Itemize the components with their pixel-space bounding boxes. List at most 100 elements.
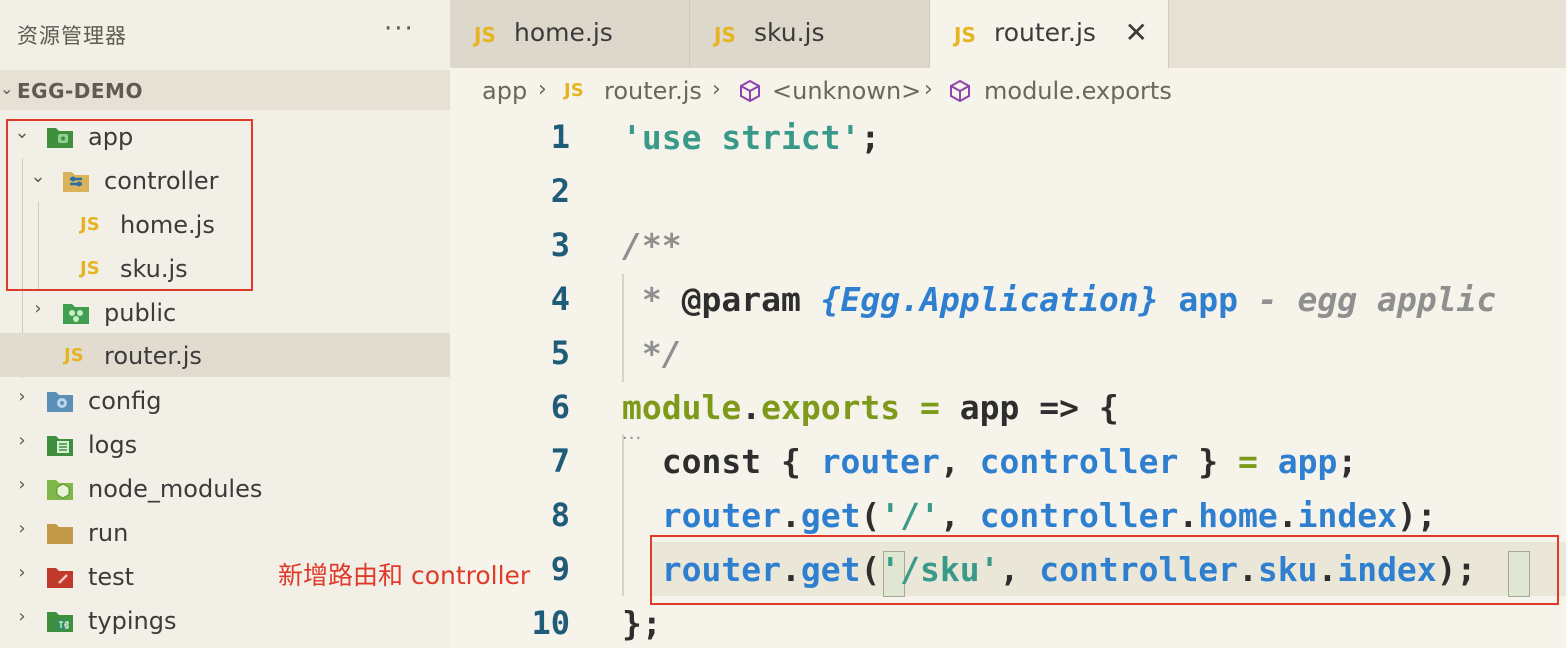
line-number: 4 bbox=[550, 280, 570, 318]
folder-public-icon bbox=[63, 304, 89, 324]
code-token: . bbox=[1277, 496, 1298, 535]
breadcrumb-item-unknown[interactable]: <unknown> bbox=[772, 77, 921, 105]
tree-label: node_modules bbox=[88, 475, 263, 503]
js-file-icon: JS bbox=[954, 23, 976, 47]
code-line: */ bbox=[622, 334, 682, 373]
line-number: 1 bbox=[550, 118, 570, 156]
chevron-right-icon: › bbox=[18, 606, 26, 627]
breadcrumb-item-app[interactable]: app bbox=[482, 77, 527, 105]
tree-folder-run[interactable]: › run bbox=[0, 510, 450, 554]
code-token: . bbox=[780, 496, 801, 535]
explorer-sidebar: 资源管理器 ··· ⌄ EGG-DEMO ⌄ app ⌄ controller … bbox=[0, 0, 450, 648]
chevron-right-icon: › bbox=[18, 518, 26, 539]
breadcrumb-item-file[interactable]: router.js bbox=[604, 77, 702, 105]
code-token: = bbox=[1237, 442, 1258, 481]
code-token: - egg applic bbox=[1237, 280, 1497, 319]
chevron-right-icon: › bbox=[924, 77, 933, 102]
code-line: * @param {Egg.Application} app - egg app… bbox=[622, 280, 1496, 319]
code-token: . bbox=[1178, 496, 1199, 535]
code-line: module.exports = app => { bbox=[622, 388, 1119, 427]
chevron-right-icon: › bbox=[34, 298, 42, 319]
line-number: 10 bbox=[531, 604, 570, 642]
explorer-title: 资源管理器 bbox=[17, 24, 127, 48]
annotation-code-box bbox=[650, 535, 1559, 605]
tab-sku-js[interactable]: JS sku.js bbox=[690, 0, 930, 68]
annotation-label: 新增路由和 controller bbox=[278, 561, 531, 590]
tree-label: typings bbox=[88, 607, 177, 635]
code-token: {Egg.Application} bbox=[820, 280, 1159, 319]
tab-label: sku.js bbox=[754, 18, 825, 47]
code-token: index bbox=[1297, 496, 1397, 535]
code-token: ; bbox=[860, 118, 881, 157]
project-header[interactable]: ⌄ EGG-DEMO bbox=[0, 70, 450, 110]
tree-label: router.js bbox=[104, 342, 202, 370]
code-line: }; bbox=[622, 604, 662, 643]
cube-icon bbox=[740, 79, 760, 103]
code-token: }; bbox=[622, 604, 662, 643]
code-token: , bbox=[939, 442, 980, 481]
explorer-header: 资源管理器 ··· bbox=[0, 0, 450, 68]
code-token: controller bbox=[979, 442, 1179, 481]
folder-run-icon bbox=[47, 524, 73, 544]
code-token: app => { bbox=[959, 388, 1119, 427]
code-token: , bbox=[939, 496, 980, 535]
code-line: /** bbox=[622, 226, 682, 265]
folder-typings-icon bbox=[47, 612, 73, 632]
code-token: @param bbox=[681, 280, 821, 319]
more-actions-icon[interactable]: ··· bbox=[384, 14, 415, 44]
project-name: EGG-DEMO bbox=[17, 79, 143, 103]
tree-label: test bbox=[88, 563, 135, 591]
tree-folder-typings[interactable]: › typings bbox=[0, 598, 450, 642]
breadcrumb-item-symbol[interactable]: module.exports bbox=[984, 77, 1172, 105]
tree-file-router-js[interactable]: JS router.js bbox=[0, 333, 450, 377]
code-token: */ bbox=[622, 334, 682, 373]
code-token: home bbox=[1198, 496, 1278, 535]
chevron-right-icon: › bbox=[18, 430, 26, 451]
folder-test-icon bbox=[47, 568, 73, 588]
code-line: 'use strict'; bbox=[622, 118, 880, 157]
code-token: . bbox=[741, 388, 762, 427]
line-number: 3 bbox=[550, 226, 570, 264]
tree-label: logs bbox=[88, 431, 138, 459]
line-number: 6 bbox=[550, 388, 570, 426]
code-token: router bbox=[820, 442, 940, 481]
folder-node-icon bbox=[47, 480, 73, 500]
chevron-down-icon: ⌄ bbox=[0, 79, 14, 98]
code-token: * bbox=[622, 280, 682, 319]
close-icon[interactable]: ✕ bbox=[1125, 16, 1148, 49]
tree-folder-node-modules[interactable]: › node_modules bbox=[0, 466, 450, 510]
folder-config-icon bbox=[47, 392, 73, 412]
tree-label: config bbox=[88, 387, 162, 415]
code-token: /** bbox=[622, 226, 682, 265]
line-number: 8 bbox=[550, 496, 570, 534]
code-token: controller bbox=[979, 496, 1179, 535]
code-token: router bbox=[622, 496, 781, 535]
tree-label: run bbox=[88, 519, 129, 547]
code-line: const { router, controller } = app; bbox=[622, 442, 1357, 481]
chevron-right-icon: › bbox=[18, 474, 26, 495]
code-line: router.get('/', controller.home.index); bbox=[622, 496, 1437, 535]
tree-folder-public[interactable]: › public bbox=[0, 290, 450, 334]
tree-folder-logs[interactable]: › logs bbox=[0, 422, 450, 466]
tab-home-js[interactable]: JS home.js bbox=[450, 0, 690, 68]
code-token: ( bbox=[860, 496, 881, 535]
tab-label: router.js bbox=[994, 18, 1096, 47]
code-token: '/' bbox=[880, 496, 940, 535]
code-editor[interactable]: ··· 1 2 3 4 5 6 7 8 9 10'use strict';/** * @param… bbox=[450, 114, 1566, 648]
js-file-icon: JS bbox=[564, 80, 584, 101]
code-token: } bbox=[1178, 442, 1238, 481]
tab-router-js[interactable]: JS router.js ✕ bbox=[930, 0, 1169, 68]
line-number: 5 bbox=[550, 334, 570, 372]
folder-logs-icon bbox=[47, 436, 73, 456]
tree-folder-config[interactable]: › config bbox=[0, 378, 450, 422]
line-number: 7 bbox=[550, 442, 570, 480]
cube-icon bbox=[950, 79, 970, 103]
code-token: exports bbox=[761, 388, 901, 427]
js-file-icon: JS bbox=[714, 23, 736, 47]
editor-tab-bar: JS home.js JS sku.js JS router.js ✕ bbox=[450, 0, 1566, 68]
breadcrumb: app › JS router.js › <unknown> › module.… bbox=[450, 68, 1566, 114]
code-token: get bbox=[800, 496, 861, 535]
tree-label: public bbox=[104, 299, 177, 327]
